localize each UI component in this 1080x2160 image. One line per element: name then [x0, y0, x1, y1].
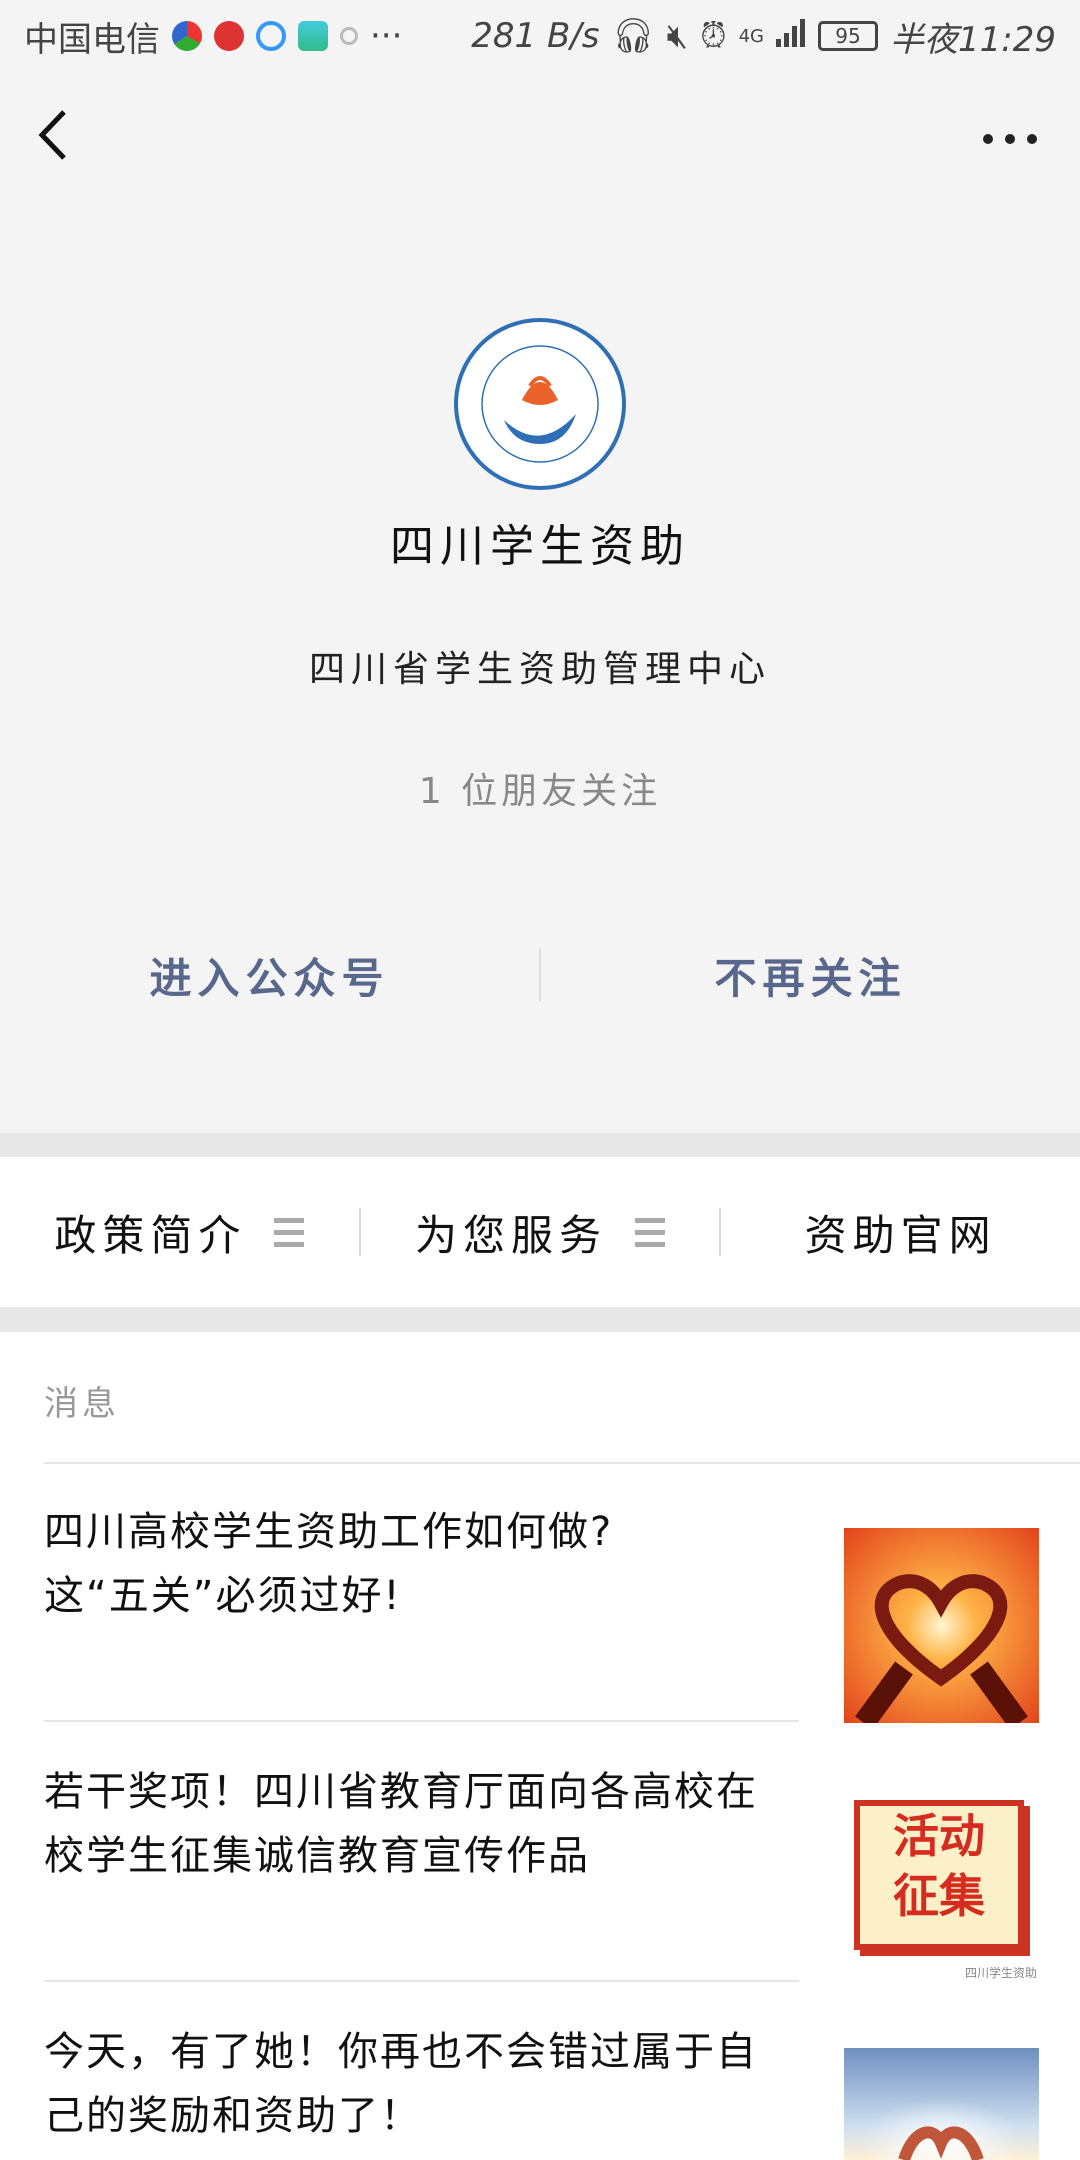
- carrier-label: 中国电信: [24, 19, 160, 60]
- article-thumbnail: [844, 1528, 1039, 1723]
- more-notifications-icon: ···: [370, 16, 403, 56]
- menu-item-label: 为您服务: [415, 1210, 608, 1260]
- alarm-icon: ⏰︎: [700, 16, 727, 56]
- unfollow-button[interactable]: 不再关注: [541, 945, 1080, 1006]
- organization-name: 四川省学生资助管理中心: [308, 649, 771, 690]
- menu-item-label: 政策简介: [54, 1210, 247, 1260]
- mute-icon: 🔇︎: [666, 16, 689, 56]
- app-notification-icon: [340, 27, 358, 45]
- more-dots-icon: [983, 134, 1037, 144]
- section-divider: [0, 1133, 1080, 1157]
- status-bar: 中国电信 ··· 281 B/s 🎧︎ 🔇︎ ⏰︎ 4G 95 半夜11:29: [0, 0, 1080, 72]
- divider: [44, 1980, 799, 1982]
- submenu-icon: [635, 1217, 666, 1247]
- more-options-button[interactable]: [970, 112, 1040, 152]
- menu-item-official-site[interactable]: 资助官网: [721, 1202, 1080, 1263]
- app-notification-icon: [256, 21, 286, 51]
- divider: [44, 1720, 799, 1722]
- article-title: 今天，有了她！你再也不会错过属于自己的奖励和资助了！: [44, 2029, 758, 2139]
- article-item[interactable]: 四川高校学生资助工作如何做? 这“五关”必须过好!: [44, 1500, 1080, 1723]
- menu-item-label: 资助官网: [804, 1210, 997, 1260]
- menu-item-policy[interactable]: 政策简介: [0, 1202, 359, 1263]
- menu-item-services[interactable]: 为您服务: [361, 1202, 720, 1263]
- section-divider: [0, 1307, 1080, 1332]
- article-item[interactable]: 今天，有了她！你再也不会错过属于自己的奖励和资助了！: [44, 2020, 1080, 2160]
- action-row: 进入公众号 不再关注: [0, 930, 1080, 1020]
- messages-section: 消息 四川高校学生资助工作如何做? 这“五关”必须过好! 若干奖项！四川省教育厅…: [0, 1332, 1080, 2160]
- friends-following-count[interactable]: 1 位朋友关注: [0, 762, 1080, 814]
- signal-icon: [776, 16, 806, 56]
- article-title: 若干奖项！四川省教育厅面向各高校在校学生征集诚信教育宣传作品: [44, 1769, 758, 1879]
- messages-label: 消息: [44, 1384, 120, 1424]
- account-logo: [452, 316, 628, 492]
- battery-level: 95: [835, 24, 861, 48]
- clock: 半夜11:29: [890, 19, 1056, 60]
- network-type: 4G: [738, 25, 765, 47]
- enter-account-button[interactable]: 进入公众号: [0, 945, 539, 1006]
- chevron-left-icon: [38, 110, 66, 160]
- app-notification-icon: [214, 21, 244, 51]
- article-thumbnail: 活动 征集 四川学生资助: [844, 1788, 1039, 1983]
- nav-bar: [0, 72, 1080, 202]
- submenu-icon: [274, 1217, 305, 1247]
- divider: [44, 1462, 1080, 1464]
- app-notification-icon: [172, 21, 202, 51]
- thumb-caption: 四川学生资助: [964, 1966, 1037, 1980]
- article-title: 四川高校学生资助工作如何做? 这“五关”必须过好!: [44, 1509, 614, 1619]
- account-name: 四川学生资助: [390, 521, 690, 572]
- article-thumbnail: [844, 2048, 1039, 2160]
- headphones-icon: 🎧︎: [611, 16, 655, 56]
- article-item[interactable]: 若干奖项！四川省教育厅面向各高校在校学生征集诚信教育宣传作品 活动 征集 四川学…: [44, 1760, 1080, 1983]
- network-speed: 281 B/s: [471, 16, 600, 56]
- video-app-icon: [298, 21, 328, 51]
- back-button[interactable]: [28, 100, 98, 170]
- stamp-text: 活动 征集: [893, 1809, 985, 1923]
- battery-icon: 95: [818, 21, 879, 51]
- account-menu: 政策简介 为您服务 资助官网: [0, 1157, 1080, 1307]
